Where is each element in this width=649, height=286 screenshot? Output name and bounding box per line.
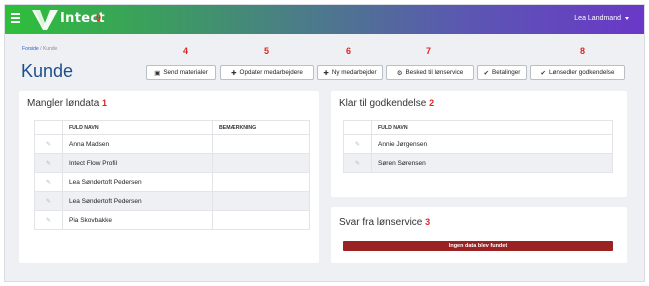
table-row[interactable]: ✎ Lea Søndertoft Pedersen	[34, 191, 310, 211]
annotation-8: 8	[580, 46, 586, 56]
table-header-row: FULD NAVN	[343, 120, 613, 135]
annotation-6: 6	[346, 46, 352, 56]
no-data-alert: Ingen data blev fundet	[343, 241, 613, 251]
update-employees-button[interactable]: ✚ Opdater medarbejdere	[220, 65, 314, 80]
missing-salary-table: FULD NAVN BEMÆRKNING ✎ Anna Madsen ✎ Int…	[34, 120, 310, 230]
payments-label: Betalinger	[492, 69, 521, 76]
gear-icon: ⚙	[396, 69, 403, 77]
table-row[interactable]: ✎ Pia Skovbakke	[34, 210, 310, 230]
employee-name: Annie Jørgensen	[371, 134, 613, 154]
employee-note	[212, 191, 310, 211]
plus-icon: ✚	[323, 69, 329, 77]
annotation-4: 4	[183, 46, 189, 56]
ready-for-approval-card: Klar til godkendelse 2 FULD NAVN ✎ Annie…	[331, 91, 627, 197]
update-employees-label: Opdater medarbejdere	[239, 69, 303, 76]
user-name: Lea Landmand	[574, 15, 621, 22]
breadcrumb-current: Kunde	[42, 46, 58, 52]
column-header-name[interactable]: FULD NAVN	[371, 120, 613, 135]
send-materials-button[interactable]: ▣ Send materialer	[146, 65, 216, 80]
message-to-salary-service-button[interactable]: ⚙ Besked til lønservice	[386, 65, 474, 80]
breadcrumb: Forside / Kunde	[22, 46, 57, 52]
check-icon: ✔	[540, 69, 546, 77]
employee-name: Søren Sørensen	[371, 153, 613, 173]
missing-salary-data-card: Mangler løndata 1 FULD NAVN BEMÆRKNING ✎…	[19, 91, 319, 263]
table-row[interactable]: ✎ Lea Søndertoft Pedersen	[34, 172, 310, 192]
employee-note	[212, 210, 310, 230]
column-header-note[interactable]: BEMÆRKNING	[212, 120, 310, 135]
pencil-icon[interactable]: ✎	[34, 191, 63, 211]
table-row[interactable]: ✎ Søren Sørensen	[343, 153, 613, 173]
message-to-salary-service-label: Besked til lønservice	[405, 69, 464, 76]
pencil-icon[interactable]: ✎	[34, 172, 63, 192]
employee-name: Anna Madsen	[62, 134, 213, 154]
payslips-approval-label: Lønsedler godkendelse	[548, 69, 615, 76]
pencil-icon[interactable]: ✎	[34, 210, 63, 230]
pencil-icon[interactable]: ✎	[343, 134, 372, 154]
payments-button[interactable]: ✔ Betalinger	[477, 65, 527, 80]
table-row[interactable]: ✎ Anna Madsen	[34, 134, 310, 154]
caret-down-icon	[625, 16, 629, 20]
card-title: Klar til godkendelse 2	[339, 98, 435, 109]
employee-name: Intect Flow Profil	[62, 153, 213, 173]
pencil-icon[interactable]: ✎	[34, 134, 63, 154]
column-header-name[interactable]: FULD NAVN	[62, 120, 213, 135]
annotation-1: 1	[102, 98, 108, 108]
employee-name: Lea Søndertoft Pedersen	[62, 191, 213, 211]
top-bar: Intect 9 Lea Landmand	[5, 5, 644, 34]
page-title: Kunde	[21, 61, 74, 81]
app-window: Intect 9 Lea Landmand Forside / Kunde Ku…	[4, 4, 645, 282]
annotation-5: 5	[264, 46, 270, 56]
table-row[interactable]: ✎ Intect Flow Profil	[34, 153, 310, 173]
annotation-3: 3	[425, 217, 431, 227]
plus-icon: ✚	[231, 69, 237, 77]
employee-note	[212, 172, 310, 192]
table-row[interactable]: ✎ Annie Jørgensen	[343, 134, 613, 154]
employee-note	[212, 134, 310, 154]
user-menu[interactable]: Lea Landmand	[574, 15, 629, 22]
employee-note	[212, 153, 310, 173]
edit-column-header	[343, 120, 372, 135]
card-title: Mangler løndata 1	[27, 98, 108, 109]
employee-name: Pia Skovbakke	[62, 210, 213, 230]
new-employee-button[interactable]: ✚ Ny medarbejder	[317, 65, 383, 80]
pencil-icon[interactable]: ✎	[34, 153, 63, 173]
table-header-row: FULD NAVN BEMÆRKNING	[34, 120, 310, 135]
card-title: Svar fra lønservice 3	[339, 217, 431, 228]
breadcrumb-root[interactable]: Forside	[22, 46, 39, 52]
send-materials-label: Send materialer	[163, 69, 208, 76]
breadcrumb-separator: /	[40, 46, 42, 52]
employee-name: Lea Søndertoft Pedersen	[62, 172, 213, 192]
ready-for-approval-table: FULD NAVN ✎ Annie Jørgensen ✎ Søren Søre…	[343, 120, 613, 173]
new-employee-label: Ny medarbejder	[331, 69, 377, 76]
annotation-2: 2	[429, 98, 435, 108]
logo-icon[interactable]	[31, 9, 59, 31]
document-icon: ▣	[154, 69, 161, 77]
menu-icon[interactable]	[11, 13, 20, 23]
salary-service-reply-card: Svar fra lønservice 3 Ingen data blev fu…	[331, 207, 627, 263]
check-icon: ✔	[483, 69, 490, 77]
payslips-approval-button[interactable]: ✔ Lønsedler godkendelse	[530, 65, 625, 80]
edit-column-header	[34, 120, 63, 135]
pencil-icon[interactable]: ✎	[343, 153, 372, 173]
annotation-7: 7	[426, 46, 432, 56]
annotation-9: 9	[96, 13, 102, 23]
